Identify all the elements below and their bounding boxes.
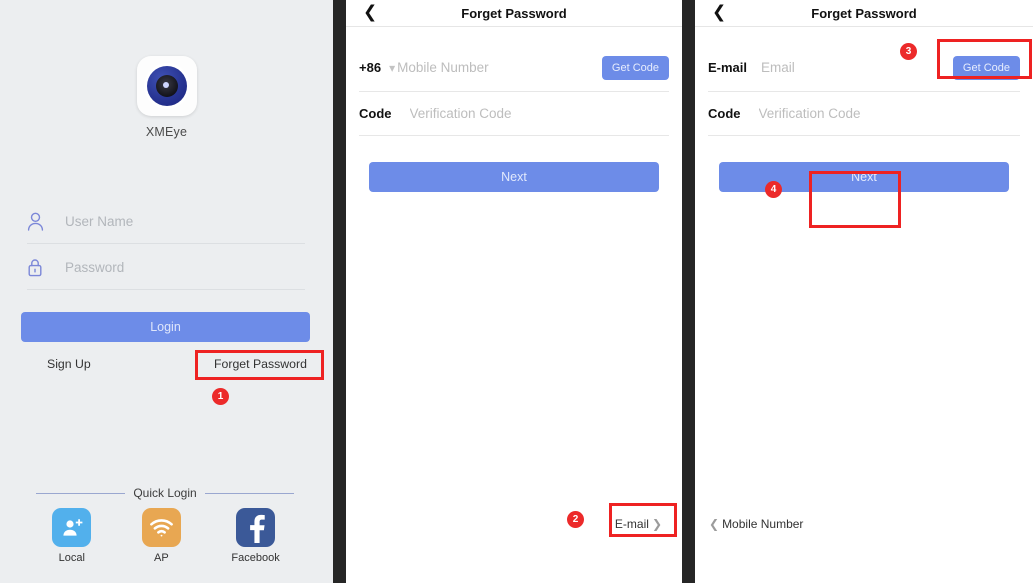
chevron-right-icon: ❯ (651, 517, 662, 531)
mobile-number-input[interactable] (397, 60, 602, 75)
forget-password-mobile-screen: ❮ Forget Password +86 ▾ Get Code Code Ne… (346, 0, 682, 583)
sign-up-link[interactable]: Sign Up (47, 357, 91, 371)
screenshot-stage: XMEye Login Sign Up Forge (0, 0, 1033, 583)
quick-login-label-ap: AP (154, 552, 169, 564)
xmeye-eye-icon (136, 56, 197, 116)
email-page-title: Forget Password (811, 5, 917, 21)
email-switch-label: E-mail (614, 517, 649, 531)
eye-glint (163, 82, 169, 88)
panel-separator-2 (682, 0, 695, 583)
password-field-row[interactable] (27, 245, 305, 290)
divider-line-left (36, 492, 126, 494)
app-name-label: XMEye (145, 125, 188, 139)
quick-login-items: Local AP Facebook (27, 508, 305, 564)
forget-password-link[interactable]: Forget Password (214, 357, 307, 371)
username-input[interactable] (65, 213, 305, 229)
eye-outer-ring (143, 63, 190, 109)
chevron-left-icon[interactable]: ❮ (363, 4, 377, 22)
local-user-add-icon (52, 508, 92, 547)
mobile-next-button[interactable]: Next (369, 162, 659, 192)
lock-icon (27, 258, 65, 277)
eye-pupil (155, 75, 178, 97)
panel-separator-1 (333, 0, 346, 583)
login-button[interactable]: Login (21, 312, 310, 342)
email-get-code-button[interactable]: Get Code (952, 55, 1020, 80)
app-logo-block: XMEye (0, 56, 333, 139)
quick-login-label-local: Local (58, 552, 85, 564)
country-code-label[interactable]: +86 (359, 60, 381, 75)
mobile-switch-link[interactable]: ❮ Mobile Number (709, 517, 803, 531)
email-code-row[interactable]: Code (708, 92, 1020, 136)
chevron-left-icon: ❮ (709, 517, 720, 531)
email-input[interactable] (761, 60, 953, 75)
username-field-row[interactable] (27, 199, 305, 244)
mobile-code-row[interactable]: Code (359, 92, 669, 136)
facebook-icon (236, 508, 276, 547)
quick-login-item-facebook[interactable]: Facebook (231, 508, 280, 564)
quick-login-label-facebook: Facebook (231, 552, 280, 564)
email-verification-code-input[interactable] (758, 106, 1020, 121)
user-icon (27, 212, 65, 231)
quick-login-label: Quick Login (133, 486, 197, 500)
mobile-code-label: Code (359, 106, 392, 121)
quick-login-item-ap[interactable]: AP (141, 508, 181, 564)
email-code-label: Code (708, 106, 741, 121)
email-address-row[interactable]: E-mail Get Code (708, 44, 1020, 92)
eye-iris (146, 66, 187, 106)
divider-line-right (204, 492, 294, 494)
login-screen: XMEye Login Sign Up Forge (0, 0, 333, 583)
email-switch-link[interactable]: E-mail ❯ (615, 517, 662, 531)
email-label: E-mail (708, 60, 748, 75)
email-next-button[interactable]: Next (719, 162, 1009, 192)
mobile-header: ❮ Forget Password (346, 0, 682, 27)
quick-login-divider: Quick Login (36, 486, 294, 500)
wifi-icon (141, 508, 181, 547)
mobile-verification-code-input[interactable] (409, 106, 669, 121)
forget-password-email-screen: ❮ Forget Password E-mail Get Code Code N… (695, 0, 1033, 583)
mobile-switch-label: Mobile Number (722, 517, 804, 531)
chevron-down-icon[interactable]: ▾ (389, 61, 395, 75)
quick-login-item-local[interactable]: Local (52, 508, 92, 564)
password-input[interactable] (65, 259, 305, 275)
email-header: ❮ Forget Password (695, 0, 1033, 27)
mobile-get-code-button[interactable]: Get Code (601, 55, 669, 80)
chevron-left-icon[interactable]: ❮ (712, 4, 726, 22)
mobile-number-row[interactable]: +86 ▾ Get Code (359, 44, 669, 92)
mobile-page-title: Forget Password (461, 5, 567, 21)
